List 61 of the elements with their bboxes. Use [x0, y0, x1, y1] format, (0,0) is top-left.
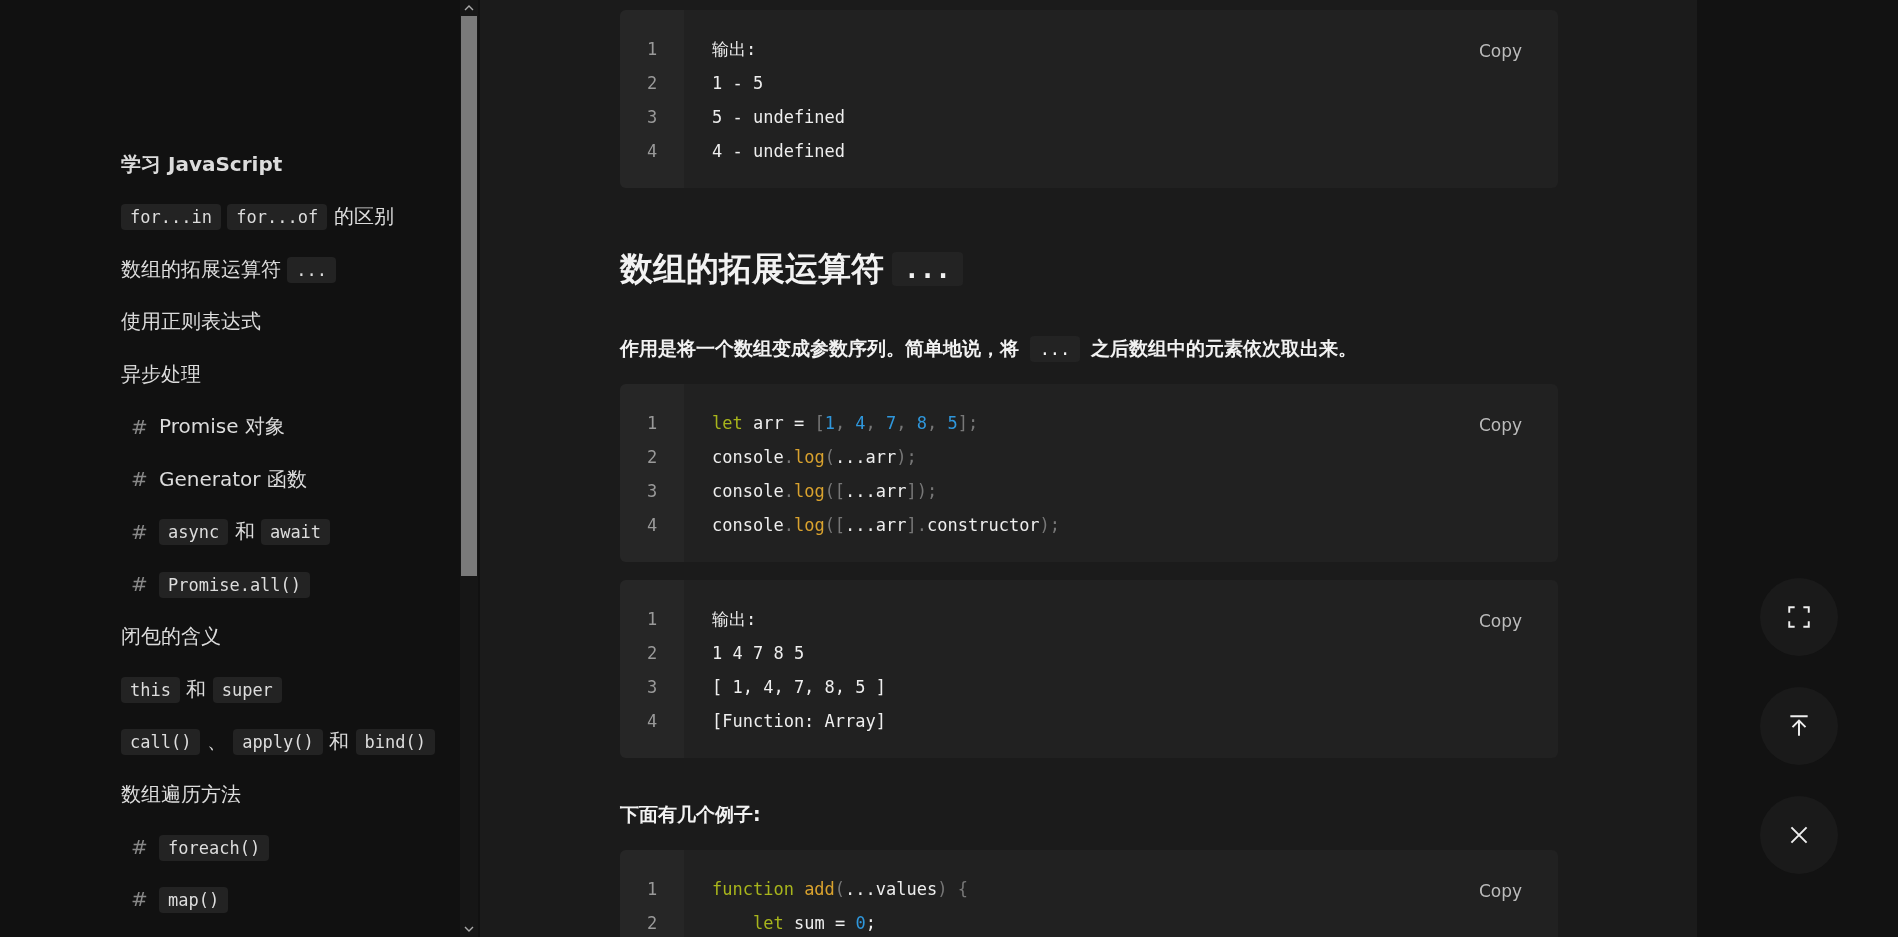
code-line: [ 1, 4, 7, 8, 5 ] — [712, 676, 886, 699]
code-line: console.log(...arr); — [712, 446, 917, 469]
toc-link[interactable]: Promise 对象 — [159, 413, 285, 441]
code-line: let arr = [1, 4, 7, 8, 5]; — [712, 412, 979, 435]
line-number: 4 — [646, 140, 658, 163]
line-number: 1 — [646, 412, 658, 435]
code-line: [Function: Array] — [712, 710, 886, 733]
copy-button[interactable]: Copy — [1478, 879, 1522, 903]
toc-link[interactable]: Generator 函数 — [159, 465, 307, 493]
line-number: 2 — [646, 912, 658, 935]
scroll-up-icon[interactable] — [464, 5, 474, 11]
copy-button[interactable]: Copy — [1478, 413, 1522, 437]
code-line: 输出: — [712, 38, 757, 61]
hash-mark: # — [131, 572, 149, 597]
line-number: 4 — [646, 514, 658, 537]
scroll-down-icon[interactable] — [464, 926, 474, 932]
toc-link[interactable]: 使用正则表达式 — [121, 308, 261, 336]
line-number: 1 — [646, 608, 658, 631]
line-number: 1 — [646, 38, 658, 61]
scrollbar-thumb[interactable] — [461, 16, 477, 576]
toc-link[interactable]: 数组的拓展运算符 ... — [121, 255, 337, 283]
line-number: 4 — [646, 710, 658, 733]
line-number: 2 — [646, 642, 658, 665]
line-number: 3 — [646, 106, 658, 129]
scrollbar[interactable] — [460, 0, 478, 937]
toc-link[interactable]: 数组遍历方法 — [121, 780, 241, 808]
toc-link[interactable]: this 和 super — [121, 675, 282, 703]
line-number: 2 — [646, 446, 658, 469]
toc-link[interactable]: 闭包的含义 — [121, 623, 221, 651]
code-line: let sum = 0; — [752, 912, 876, 935]
toc-link[interactable]: 学习 JavaScript — [121, 150, 283, 178]
toc-link[interactable]: 异步处理 — [121, 360, 201, 388]
line-number: 3 — [646, 480, 658, 503]
copy-button[interactable]: Copy — [1478, 39, 1522, 63]
code-line: 输出: — [712, 608, 757, 631]
fullscreen-icon — [1786, 604, 1812, 630]
toc-link[interactable]: foreach() — [159, 834, 270, 859]
line-number: 3 — [646, 676, 658, 699]
toc-link[interactable]: map() — [159, 887, 229, 912]
paragraph: 作用是将一个数组变成参数序列。简单地说，将 ... 之后数组中的元素依次取出来。 — [620, 336, 1558, 362]
line-number: 1 — [646, 878, 658, 901]
line-number: 2 — [646, 72, 658, 95]
code-line: 1 4 7 8 5 — [712, 642, 805, 665]
code-line: 4 - undefined — [712, 140, 846, 163]
hash-mark: # — [131, 414, 149, 439]
code-line: console.log([...arr]); — [712, 480, 938, 503]
code-line: function add(...values) { — [712, 878, 968, 901]
code-line: console.log([...arr].constructor); — [712, 514, 1061, 537]
copy-button[interactable]: Copy — [1478, 609, 1522, 633]
hash-mark: # — [131, 519, 149, 544]
paragraph: 下面有几个例子: — [620, 802, 762, 827]
hash-mark: # — [131, 887, 149, 912]
hash-mark: # — [131, 467, 149, 492]
toc-link[interactable]: Promise.all() — [159, 572, 311, 597]
code-line: 1 - 5 — [712, 72, 764, 95]
toc-link[interactable]: async 和 await — [159, 518, 331, 546]
code-line: 5 - undefined — [712, 106, 846, 129]
section-heading: 数组的拓展运算符 ... — [620, 246, 1558, 292]
toc-link[interactable]: call() 、 apply() 和 bind() — [121, 728, 435, 756]
toc-link[interactable]: for...in for...of 的区别 — [121, 203, 394, 231]
hash-mark: # — [131, 834, 149, 859]
